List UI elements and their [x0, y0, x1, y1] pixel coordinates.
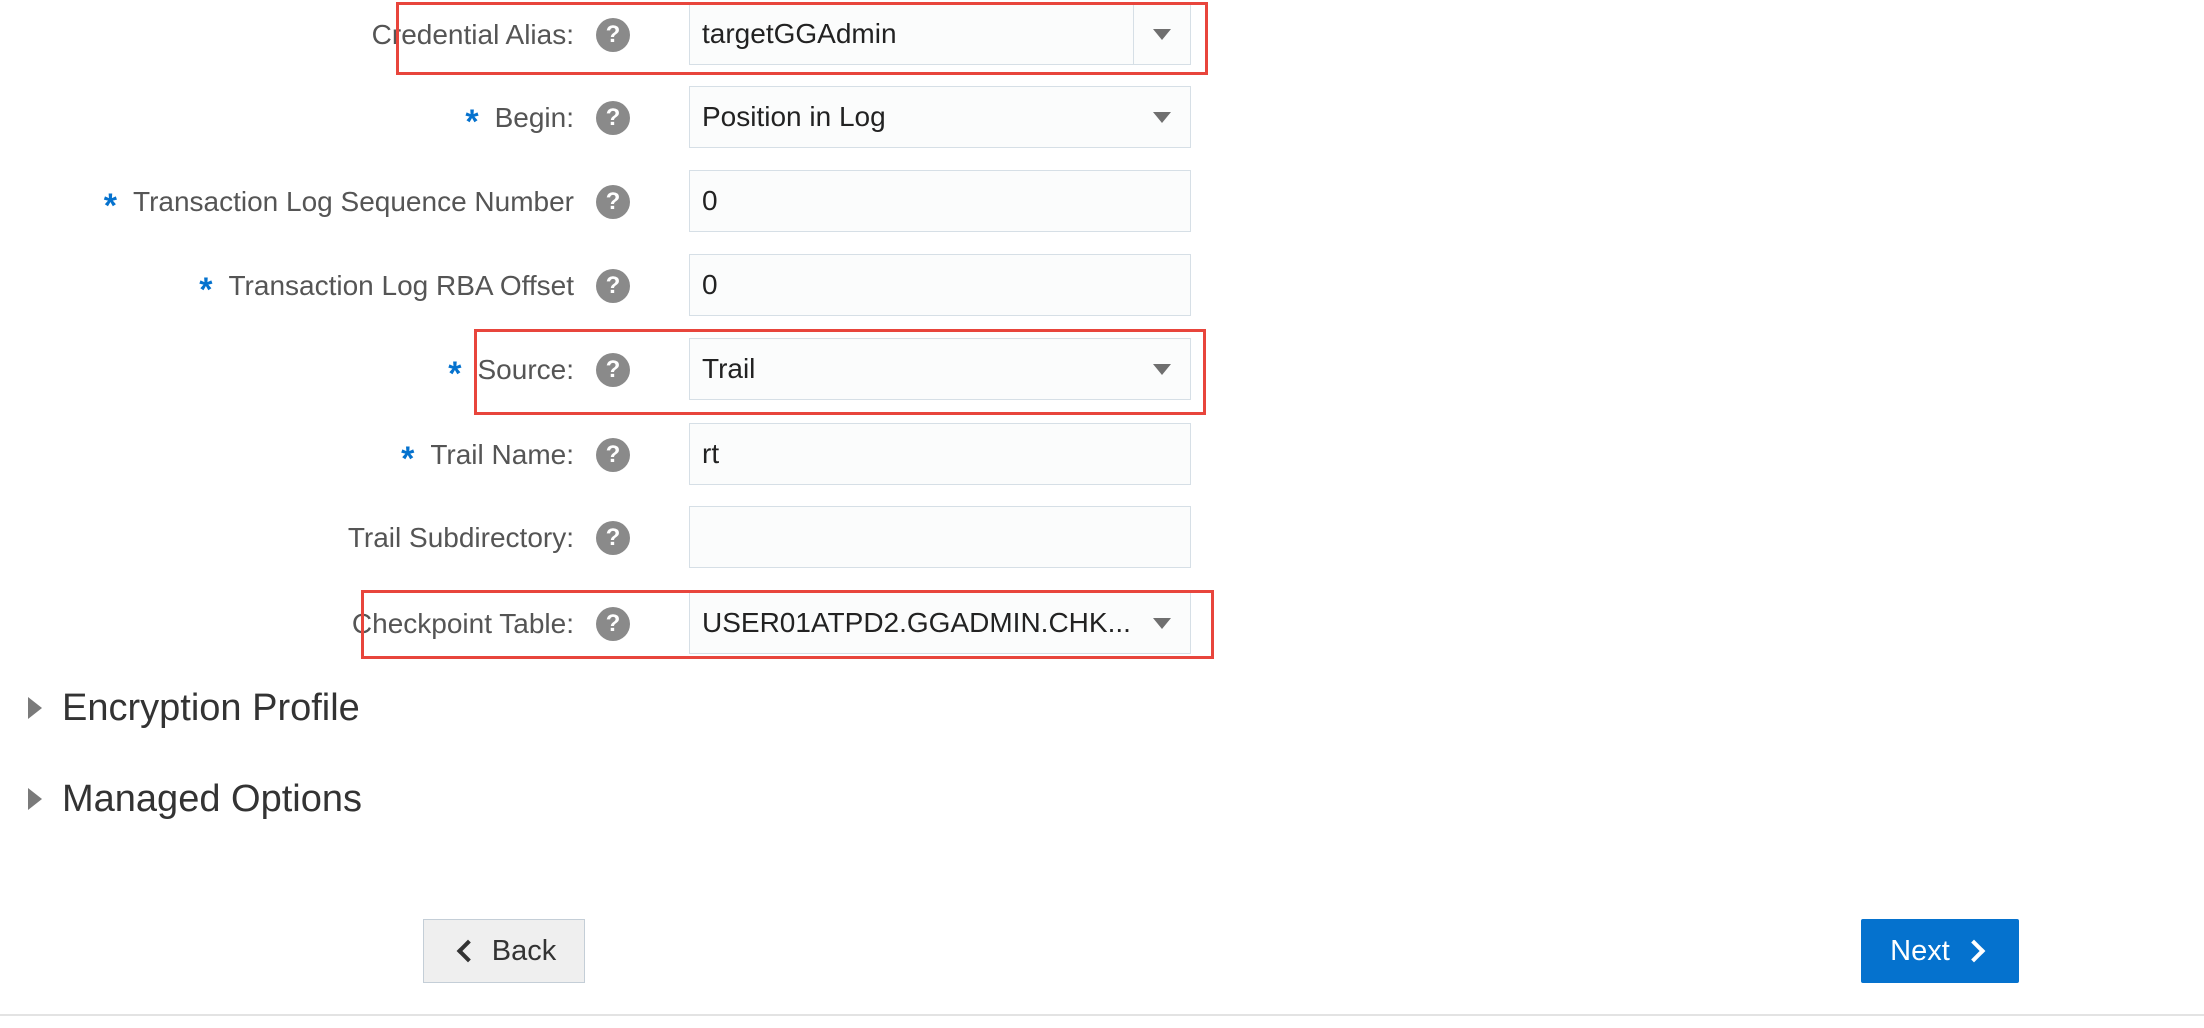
seq-number-label-group: * Transaction Log Sequence Number ? — [104, 170, 630, 234]
source-select[interactable]: Trail — [689, 338, 1191, 400]
checkpoint-table-select[interactable]: USER01ATPD2.GGADMIN.CHK... — [689, 592, 1191, 654]
help-icon[interactable]: ? — [596, 607, 630, 641]
checkpoint-table-label: Checkpoint Table: — [351, 608, 574, 639]
help-icon[interactable]: ? — [596, 18, 630, 52]
source-row: * Source: ? Trail — [0, 338, 1220, 402]
begin-value: Position in Log — [702, 101, 886, 132]
credential-alias-label: Credential Alias: — [371, 19, 574, 50]
chevron-down-icon[interactable] — [1134, 593, 1190, 653]
chevron-left-icon — [456, 939, 480, 963]
chevron-down-icon[interactable] — [1134, 87, 1190, 147]
source-label: Source: — [477, 354, 575, 385]
managed-options-title[interactable]: Managed Options — [62, 778, 362, 821]
required-marker: * — [401, 440, 415, 478]
checkpoint-table-value: USER01ATPD2.GGADMIN.CHK... — [702, 607, 1131, 638]
back-button[interactable]: Back — [423, 919, 585, 983]
begin-select[interactable]: Position in Log — [689, 86, 1191, 148]
begin-row: * Begin: ? Position in Log — [0, 86, 1220, 150]
next-button-label: Next — [1890, 934, 1950, 967]
credential-alias-row: Credential Alias: ? targetGGAdmin — [0, 3, 1220, 67]
checkpoint-table-label-group: Checkpoint Table: ? — [352, 592, 630, 656]
source-label-group: * Source: ? — [448, 338, 630, 402]
help-icon[interactable]: ? — [596, 269, 630, 303]
help-icon[interactable]: ? — [596, 185, 630, 219]
begin-label: Begin: — [494, 102, 574, 133]
required-marker: * — [103, 187, 117, 225]
trail-name-label: Trail Name: — [430, 439, 574, 470]
encryption-profile-section[interactable]: Encryption Profile — [28, 678, 360, 738]
credential-alias-label-group: Credential Alias: ? — [372, 3, 630, 67]
help-icon[interactable]: ? — [596, 521, 630, 555]
managed-options-section[interactable]: Managed Options — [28, 769, 362, 829]
rba-offset-input[interactable]: 0 — [689, 254, 1191, 316]
begin-label-group: * Begin: ? — [465, 86, 630, 150]
triangle-right-icon[interactable] — [28, 788, 42, 810]
triangle-right-icon[interactable] — [28, 697, 42, 719]
credential-alias-value: targetGGAdmin — [702, 18, 897, 49]
required-marker: * — [199, 271, 213, 309]
rba-offset-label: Transaction Log RBA Offset — [228, 270, 574, 301]
encryption-profile-title[interactable]: Encryption Profile — [62, 687, 360, 730]
footer-divider — [0, 1014, 2204, 1016]
trail-name-label-group: * Trail Name: ? — [401, 423, 630, 487]
trail-subdir-input[interactable] — [689, 506, 1191, 568]
trail-subdir-label: Trail Subdirectory: — [347, 522, 574, 553]
trail-name-input[interactable]: rt — [689, 423, 1191, 485]
seq-number-row: * Transaction Log Sequence Number ? 0 — [0, 170, 1220, 234]
trail-name-row: * Trail Name: ? rt — [0, 423, 1220, 487]
trail-subdir-label-group: Trail Subdirectory: ? — [348, 506, 630, 570]
seq-number-label: Transaction Log Sequence Number — [133, 186, 574, 217]
help-icon[interactable]: ? — [596, 101, 630, 135]
chevron-right-icon — [1962, 939, 1986, 963]
source-value: Trail — [702, 353, 756, 384]
seq-number-input[interactable]: 0 — [689, 170, 1191, 232]
chevron-down-icon[interactable] — [1134, 339, 1190, 399]
next-button[interactable]: Next — [1861, 919, 2019, 983]
create-replicat-form: Credential Alias: ? targetGGAdmin * Begi… — [0, 0, 2204, 1028]
back-button-label: Back — [491, 934, 557, 967]
required-marker: * — [448, 355, 462, 393]
rba-offset-row: * Transaction Log RBA Offset ? 0 — [0, 254, 1220, 318]
help-icon[interactable]: ? — [596, 353, 630, 387]
checkpoint-table-row: Checkpoint Table: ? USER01ATPD2.GGADMIN.… — [0, 592, 1220, 656]
help-icon[interactable]: ? — [596, 438, 630, 472]
credential-alias-select[interactable]: targetGGAdmin — [689, 3, 1191, 65]
trail-subdir-row: Trail Subdirectory: ? — [0, 506, 1220, 570]
chevron-down-icon[interactable] — [1133, 4, 1190, 64]
rba-offset-label-group: * Transaction Log RBA Offset ? — [199, 254, 630, 318]
required-marker: * — [465, 103, 479, 141]
